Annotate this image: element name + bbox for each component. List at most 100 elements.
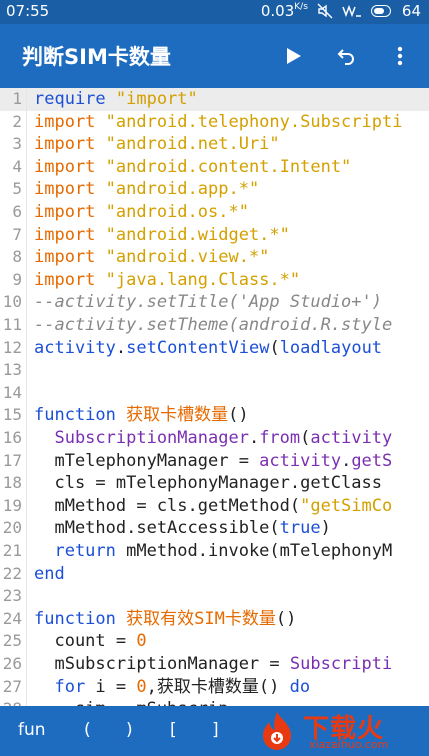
line-code: return mMethod.invoke(mTelephonyM xyxy=(34,540,392,563)
code-token: 0 xyxy=(136,631,147,652)
line-code: function 获取有效SIM卡数量() xyxy=(34,608,296,631)
code-token: count = xyxy=(34,631,137,652)
code-line[interactable]: 12 activity.setContentView(loadlayout xyxy=(0,337,429,360)
code-token: cls = mTelephonyManager.getClass xyxy=(34,473,382,494)
status-bar: 07:55 0.03K/s 64 xyxy=(0,0,429,24)
code-token: import xyxy=(34,134,106,155)
code-line[interactable]: 5 import "android.app.*" xyxy=(0,178,429,201)
line-number: 27 xyxy=(2,676,22,696)
symbol-fun-button[interactable]: fun xyxy=(18,720,46,740)
code-line[interactable]: 25 count = 0 xyxy=(0,630,429,653)
line-code: activity.setContentView(loadlayout xyxy=(34,337,382,360)
line-number: 4 xyxy=(12,156,22,176)
line-number: 28 xyxy=(0,698,22,706)
code-line[interactable]: 11 --activity.setTheme(android.R.style xyxy=(0,314,429,337)
code-line[interactable]: 18 cls = mTelephonyManager.getClass xyxy=(0,472,429,495)
code-token: 获取卡槽数量 xyxy=(126,405,229,426)
code-token: import xyxy=(34,111,106,132)
code-line[interactable]: 24 function 获取有效SIM卡数量() xyxy=(0,608,429,631)
code-token: "android.widget.*" xyxy=(105,224,290,245)
code-line[interactable]: 10 --activity.setTitle('App Studio+') xyxy=(0,291,429,314)
code-editor[interactable]: 1 require "import" 2 import "android.teleph… xyxy=(0,88,429,706)
undo-button[interactable] xyxy=(333,42,361,70)
code-token: activity xyxy=(259,450,342,471)
code-line[interactable]: 2 import "android.telephony.Subscripti xyxy=(0,111,429,134)
code-line[interactable]: 15 function 获取卡槽数量() xyxy=(0,404,429,427)
more-options-button[interactable] xyxy=(386,42,414,70)
code-line[interactable]: 23 xyxy=(0,585,429,608)
line-code: import "android.content.Intent" xyxy=(34,156,351,179)
line-code: --activity.setTitle('App Studio+') xyxy=(34,291,382,314)
line-code: mMethod.setAccessible(true) xyxy=(34,517,331,540)
line-code: mMethod = cls.getMethod("getSimCo xyxy=(34,495,392,518)
code-token: mMethod = cls.getMethod( xyxy=(34,495,301,516)
code-token: require xyxy=(34,89,116,109)
page-title: 判断SIM卡数量 xyxy=(22,45,171,69)
line-code: end xyxy=(34,563,65,586)
code-line[interactable]: 6 import "android.os.*" xyxy=(0,201,429,224)
line-number: 16 xyxy=(2,428,22,447)
code-token: import xyxy=(34,224,106,245)
code-line[interactable]: 1 require "import" xyxy=(0,88,429,111)
code-token: end xyxy=(34,563,65,584)
code-line[interactable]: 27 for i = 0,获取卡槽数量() do xyxy=(0,676,429,699)
symbol-close-bracket-button[interactable]: ] xyxy=(212,720,219,740)
line-code: import "android.telephony.Subscripti xyxy=(34,111,402,134)
line-number: 1 xyxy=(12,89,22,108)
network-speed: 0.03K/s xyxy=(261,2,308,20)
code-token: . xyxy=(248,428,260,448)
symbol-open-bracket-button[interactable]: [ xyxy=(170,720,177,740)
symbol-bar: fun ( ) [ ] 下载火 xiazaihuo.com xyxy=(0,706,429,756)
code-line[interactable]: 9 import "java.lang.Class.*" xyxy=(0,269,429,292)
code-token: ( xyxy=(300,428,311,448)
network-speed-unit: K/s xyxy=(294,2,308,12)
code-line[interactable]: 26 mSubscriptionManager = Subscripti xyxy=(0,653,429,676)
code-line[interactable]: 13 xyxy=(0,359,429,382)
code-token: setContentView xyxy=(126,337,270,358)
code-line[interactable]: 3 import "android.net.Uri" xyxy=(0,133,429,156)
line-number: 22 xyxy=(2,563,22,583)
network-speed-value: 0.03 xyxy=(260,2,295,20)
status-time: 07:55 xyxy=(6,2,50,20)
code-line[interactable]: 16 SubscriptionManager.from(activity xyxy=(0,427,429,450)
code-line[interactable]: 19 mMethod = cls.getMethod("getSimCo xyxy=(0,495,429,518)
line-code: cls = mTelephonyManager.getClass xyxy=(34,472,382,495)
run-button[interactable] xyxy=(280,42,308,70)
code-line[interactable]: 14 xyxy=(0,382,429,405)
play-icon xyxy=(287,48,301,64)
flame-logo-icon xyxy=(263,712,291,750)
code-line[interactable]: 28 sim = mSubscrip xyxy=(0,698,429,706)
code-token: () xyxy=(275,608,297,629)
code-token: activity xyxy=(310,428,393,448)
symbol-open-paren-button[interactable]: ( xyxy=(84,720,91,740)
battery-level: 64 xyxy=(401,2,421,20)
line-number: 7 xyxy=(12,224,22,244)
line-number: 8 xyxy=(12,247,22,267)
code-line[interactable]: 22 end xyxy=(0,563,429,586)
symbol-close-paren-button[interactable]: ) xyxy=(126,720,133,740)
line-code: import "android.os.*" xyxy=(34,201,249,224)
line-code: import "android.app.*" xyxy=(34,178,259,201)
code-token: mTelephonyManager = xyxy=(34,450,260,471)
code-line[interactable]: 17 mTelephonyManager = activity.getS xyxy=(0,450,429,473)
line-code: count = 0 xyxy=(34,630,147,653)
line-code: import "android.net.Uri" xyxy=(34,133,280,156)
app-bar: 判断SIM卡数量 xyxy=(0,24,429,88)
line-code: for i = 0,获取卡槽数量() do xyxy=(34,676,310,699)
line-number: 24 xyxy=(2,608,22,628)
line-number: 18 xyxy=(2,473,22,493)
code-token: mMethod.invoke(mTelephonyM xyxy=(126,541,393,561)
code-token: ) xyxy=(320,518,331,539)
code-token: function xyxy=(34,608,127,629)
code-line[interactable]: 20 mMethod.setAccessible(true) xyxy=(0,517,429,540)
code-line[interactable]: 21 return mMethod.invoke(mTelephonyM xyxy=(0,540,429,563)
code-line[interactable]: 4 import "android.content.Intent" xyxy=(0,156,429,179)
code-token: --activity.setTitle('App Studio+') xyxy=(34,292,382,313)
line-number: 9 xyxy=(12,269,22,289)
code-line[interactable]: 7 import "android.widget.*" xyxy=(0,224,429,247)
code-token: --activity.setTheme(android.R.style xyxy=(34,315,393,335)
line-number: 6 xyxy=(12,202,22,221)
code-token: 获取有效SIM卡数量 xyxy=(126,608,276,629)
code-line[interactable]: 8 import "android.view.*" xyxy=(0,246,429,269)
code-token: sim = mSubscrip xyxy=(34,699,229,706)
